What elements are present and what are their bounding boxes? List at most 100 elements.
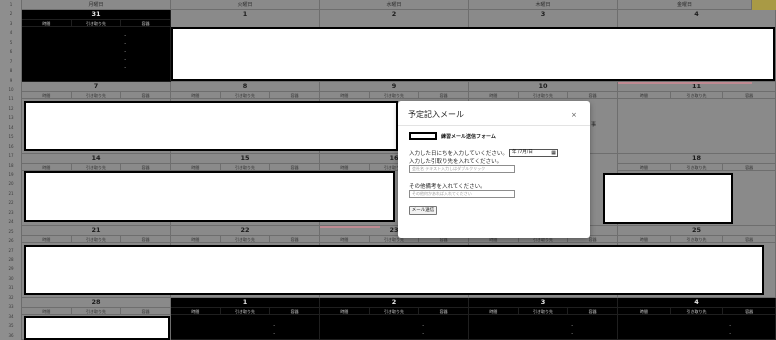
- row-number[interactable]: 27: [0, 248, 22, 253]
- other-question-label: その他備考を入れてください。: [409, 184, 486, 190]
- row-number[interactable]: 28: [0, 257, 22, 262]
- day-columns: 時間引き取り先容器: [618, 307, 775, 315]
- row-number[interactable]: 4: [0, 30, 22, 35]
- row-number[interactable]: 5: [0, 40, 22, 45]
- row-number-gutter: 1 2 3 4 5 6 7 8 9 10 11 12 13 14 15 16 17 18 19 20 21 22 23 24 2…: [0, 0, 22, 340]
- day-dashes: --: [422, 323, 424, 337]
- row-number[interactable]: 2: [0, 11, 22, 16]
- day-columns: 時間引き取り先容器: [320, 307, 468, 315]
- day-cell[interactable]: 3 時間 引き取り先 容器 --: [469, 298, 618, 340]
- day-number: 3: [540, 10, 546, 18]
- week5-note-box[interactable]: [24, 316, 170, 340]
- week1-note-box[interactable]: [171, 27, 775, 81]
- cell-text: 事: [591, 122, 597, 128]
- spreadsheet: 1 2 3 4 5 6 7 8 9 10 11 12 13 14 15 16 17 18 19 20 21 22 23 24 2…: [0, 0, 776, 340]
- row-number[interactable]: 12: [0, 106, 22, 111]
- row-number[interactable]: 26: [0, 238, 22, 243]
- row-number[interactable]: 16: [0, 144, 22, 149]
- row-number[interactable]: 35: [0, 323, 22, 328]
- row-number[interactable]: 24: [0, 219, 22, 224]
- row-number[interactable]: 18: [0, 163, 22, 168]
- row-number[interactable]: 17: [0, 153, 22, 158]
- day-number: 25: [691, 226, 702, 234]
- weekday-header-tue: 火曜日: [171, 0, 320, 10]
- day-columns: 時間引き取り先容器: [171, 235, 319, 243]
- close-icon[interactable]: ×: [571, 111, 577, 119]
- row-number[interactable]: 20: [0, 181, 22, 186]
- day-number: 4: [694, 10, 699, 18]
- day-number: 8: [242, 82, 248, 90]
- day-columns: 時間引き取り先容器: [22, 91, 170, 99]
- destination-input[interactable]: 会社名 テキスト入力しはダブルクリック: [409, 165, 515, 173]
- row-number[interactable]: 31: [0, 285, 22, 290]
- day-columns: 時間引き取り先容器: [22, 235, 170, 243]
- day-dashes: --: [571, 323, 573, 337]
- week3-fri-note-box[interactable]: [603, 173, 733, 224]
- day-dashes: --: [273, 323, 275, 337]
- schedule-email-dialog: 予定記入メール × 練習メール 送信フォーム 入力した日にちを入力していください…: [398, 101, 590, 238]
- day-dashes: --: [729, 323, 731, 337]
- row-number[interactable]: 15: [0, 134, 22, 139]
- row-number[interactable]: 14: [0, 125, 22, 130]
- day-columns: 時間引き取り先容器: [469, 307, 617, 315]
- row-number[interactable]: 36: [0, 333, 22, 338]
- weekday-header-mon: 月曜日: [22, 0, 171, 10]
- accent-line: [320, 226, 380, 228]
- day-number: 3: [540, 298, 546, 306]
- day-cell[interactable]: 4 時間 引き取り先 容器 --: [618, 298, 776, 340]
- dialog-title: 予定記入メール: [408, 110, 464, 119]
- date-field[interactable]: 年 /7月/日 ▦: [509, 149, 558, 157]
- weekday-header-accent: [752, 0, 776, 10]
- day-columns: 時間引き取り先容器: [22, 19, 170, 27]
- day-number: 4: [694, 298, 699, 306]
- day-cell[interactable]: 11 時間 引き取り先 容器: [618, 82, 776, 154]
- row-number[interactable]: 33: [0, 304, 22, 309]
- day-number: 21: [91, 226, 101, 234]
- calendar-icon[interactable]: ▦: [551, 150, 556, 156]
- week3-note-box[interactable]: [24, 171, 395, 222]
- row-number[interactable]: 11: [0, 96, 22, 101]
- row-number[interactable]: 7: [0, 59, 22, 64]
- row-number[interactable]: 25: [0, 229, 22, 234]
- day-cell[interactable]: 31 時間 引き取り先 容器 -----: [22, 10, 171, 82]
- row-number[interactable]: 9: [0, 78, 22, 83]
- day-number: 2: [391, 298, 397, 306]
- row-number[interactable]: 21: [0, 191, 22, 196]
- day-number: 28: [91, 298, 101, 306]
- row-number[interactable]: 1: [0, 2, 22, 7]
- accent-line: [618, 82, 752, 84]
- row-number[interactable]: 30: [0, 276, 22, 281]
- date-question-label: 入力した日にちを入力していください。: [409, 151, 508, 157]
- row-number[interactable]: 29: [0, 266, 22, 271]
- day-columns: 時間引き取り先容器: [469, 91, 617, 99]
- row-number[interactable]: 34: [0, 314, 22, 319]
- other-notes-input[interactable]: その他何かあれば入れてください: [409, 190, 515, 198]
- week4-note-box[interactable]: [24, 245, 764, 295]
- day-number: 1: [242, 298, 248, 306]
- week2-note-box[interactable]: [24, 101, 398, 151]
- row-number[interactable]: 13: [0, 115, 22, 120]
- day-number: 2: [391, 10, 397, 18]
- row-number[interactable]: 19: [0, 172, 22, 177]
- day-dashes: -----: [124, 33, 126, 71]
- day-number: 9: [391, 82, 397, 90]
- send-mail-button[interactable]: メール送信: [409, 206, 437, 215]
- day-cell[interactable]: 2 時間 引き取り先 容器 --: [320, 298, 469, 340]
- mode-label-practice[interactable]: 練習メール: [441, 133, 466, 140]
- day-cell[interactable]: 1 時間 引き取り先 容器 --: [171, 298, 320, 340]
- date-field-value: 年 /7月/日: [512, 150, 533, 155]
- day-number: 7: [93, 82, 99, 90]
- row-number[interactable]: 3: [0, 21, 22, 26]
- day-columns: 時間引き取り先容器: [320, 91, 468, 99]
- row-number[interactable]: 22: [0, 200, 22, 205]
- mode-toggle[interactable]: [409, 132, 437, 140]
- day-number: 22: [240, 226, 250, 234]
- weekday-header-wed: 水曜日: [320, 0, 469, 10]
- row-number[interactable]: 32: [0, 295, 22, 300]
- mode-label-send-form[interactable]: 送信フォーム: [466, 133, 496, 140]
- row-number[interactable]: 8: [0, 68, 22, 73]
- row-number[interactable]: 10: [0, 87, 22, 92]
- weekday-header-thu: 木曜日: [469, 0, 618, 10]
- row-number[interactable]: 6: [0, 49, 22, 54]
- row-number[interactable]: 23: [0, 210, 22, 215]
